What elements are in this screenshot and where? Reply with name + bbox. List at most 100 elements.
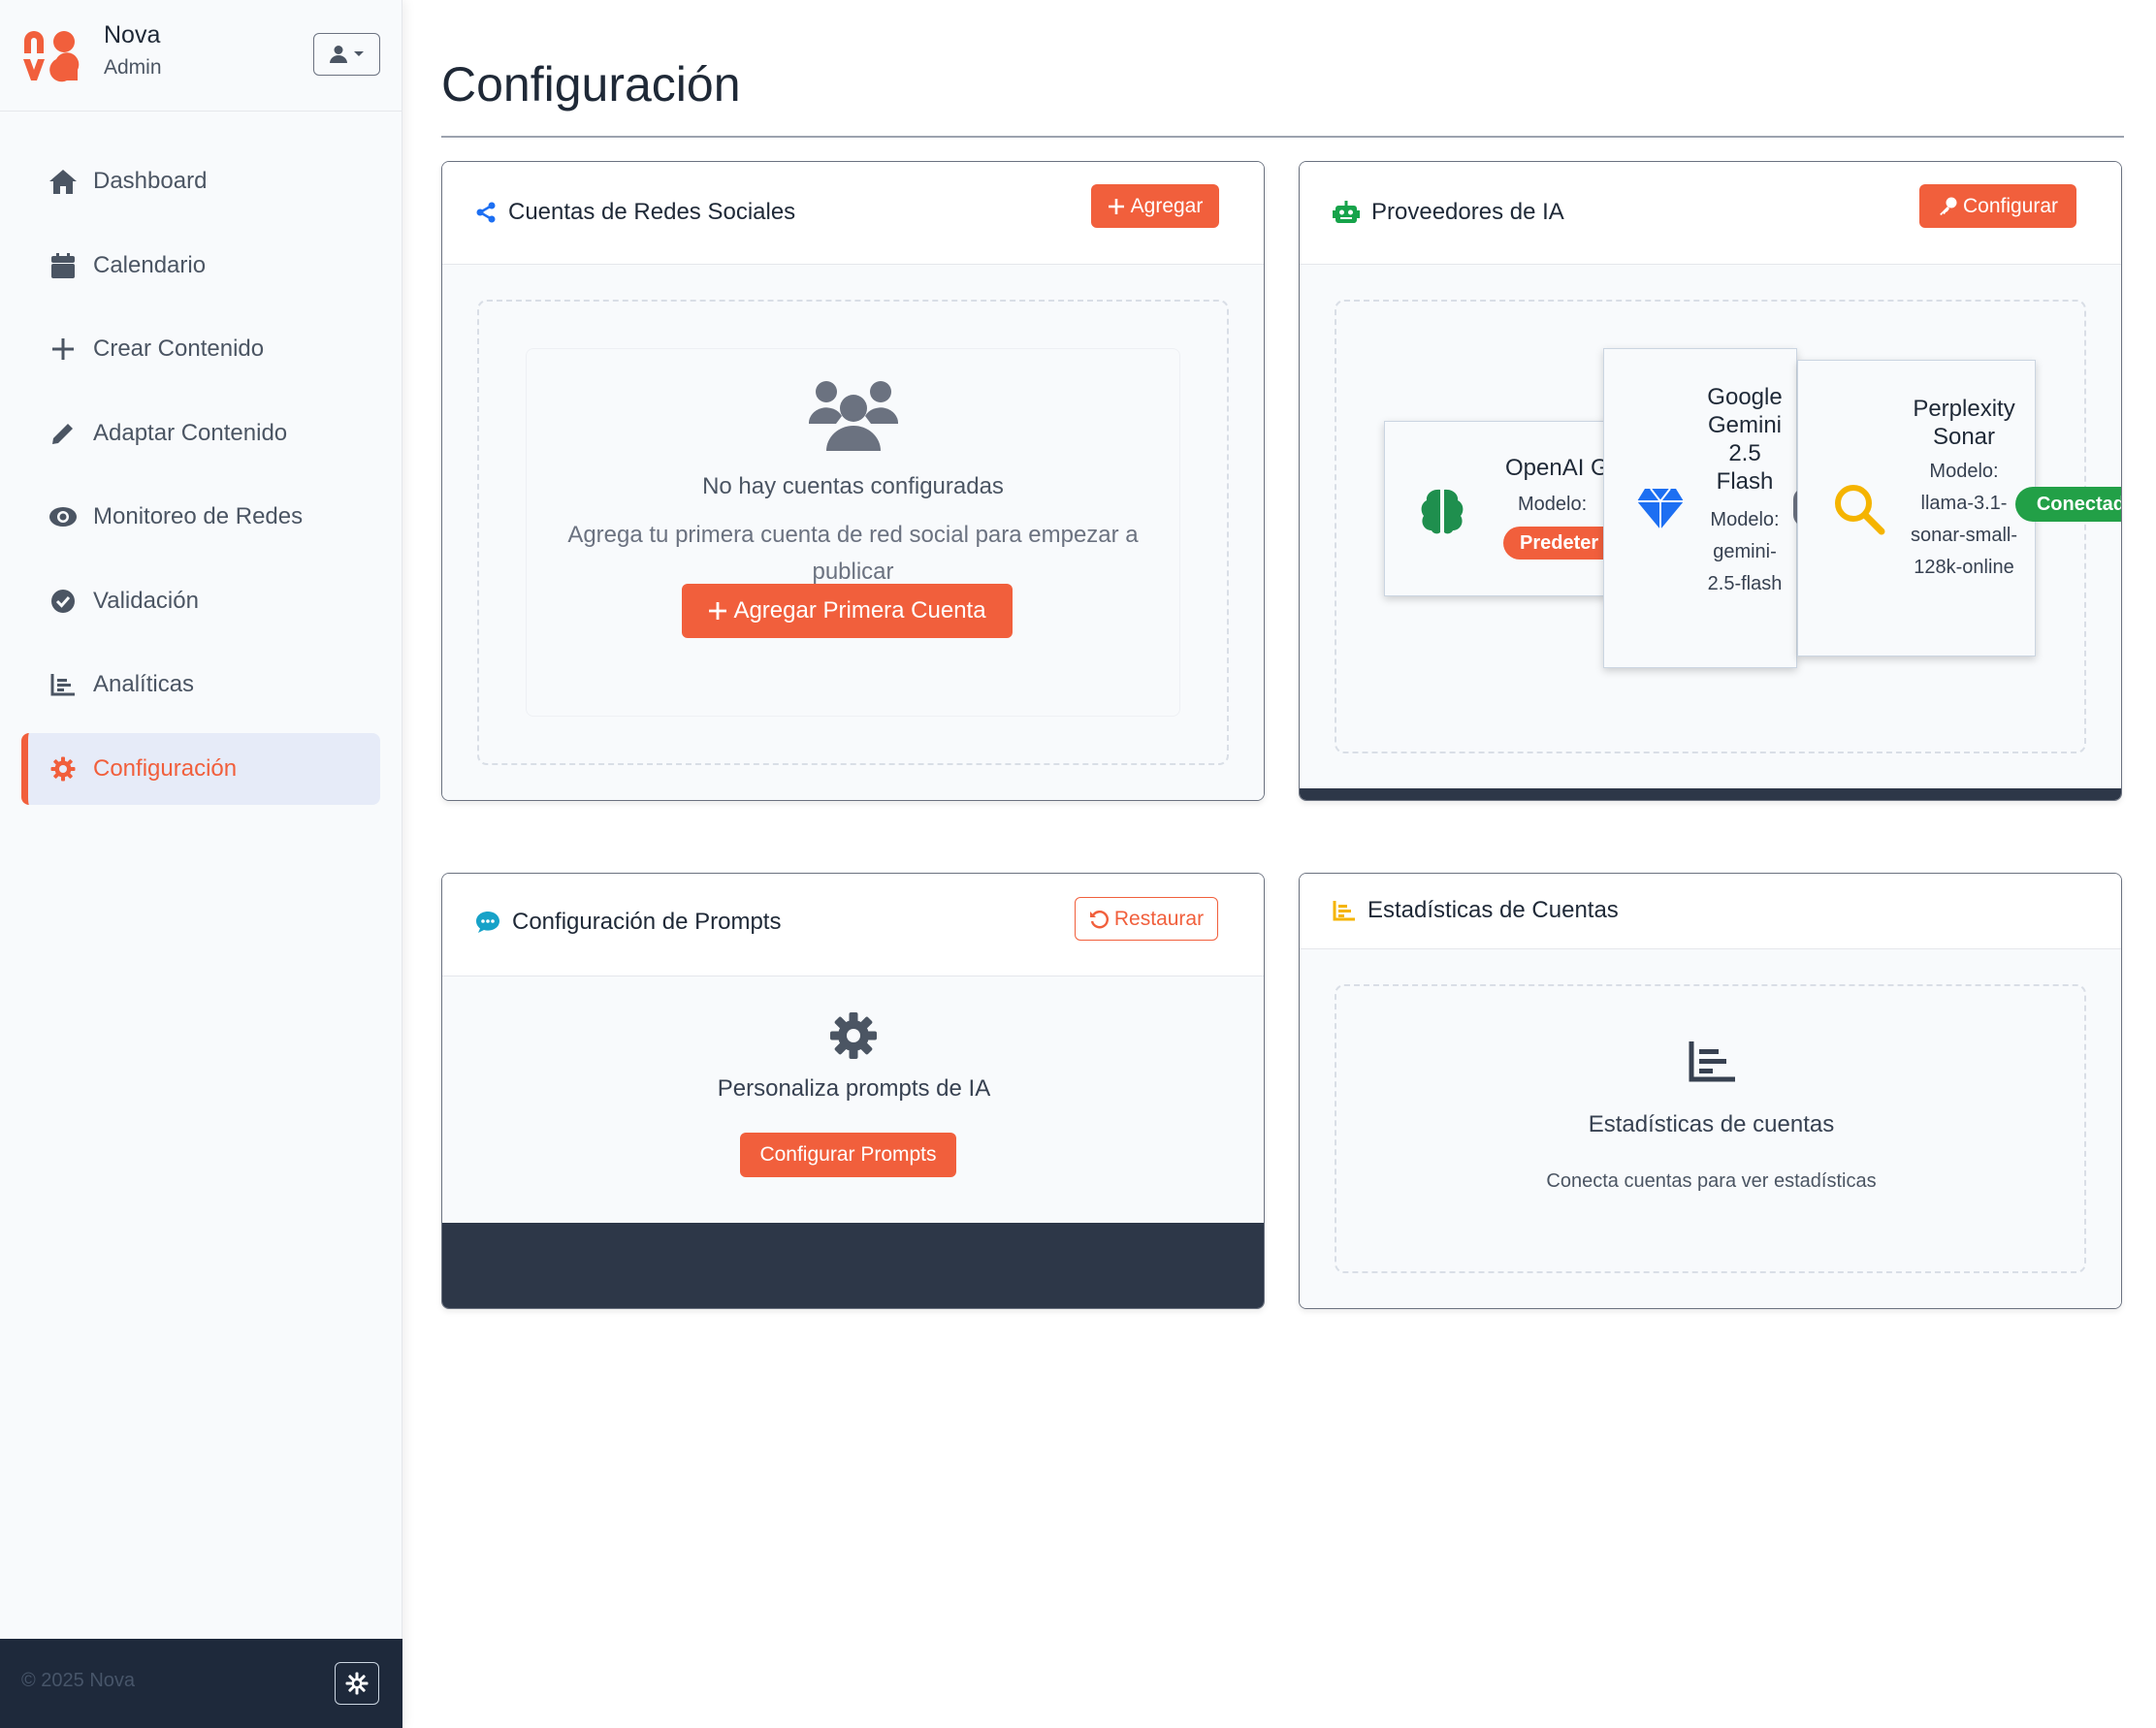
stats-description: Conecta cuentas para ver estadísticas [1546, 1170, 1877, 1192]
connected-badge: Conectado [2015, 487, 2121, 522]
provider-card-openai[interactable]: OpenAI G Modelo: Predeter [1384, 421, 1607, 596]
add-account-button[interactable]: Agregar [1091, 184, 1219, 228]
robot-icon [1333, 201, 1360, 224]
check-circle-icon [48, 587, 78, 616]
theme-toggle-button[interactable] [335, 1662, 379, 1705]
search-icon [1835, 485, 1885, 535]
card-header: Estadísticas de Cuentas [1300, 874, 2121, 949]
sidebar-item-monitoreo[interactable]: Monitoreo de Redes [21, 481, 380, 553]
sun-icon [345, 1672, 369, 1695]
provider-card-perplexity[interactable]: Perplexity Sonar Modelo: llama-3.1-sonar… [1797, 360, 2121, 656]
copyright-text: © 2025 Nova [21, 1670, 136, 1691]
card-title: Configuración de Prompts [475, 909, 781, 936]
card-footer-bar [1300, 788, 2121, 800]
provider-model: Modelo: llama-3.1-sonar-small-128k-onlin… [1910, 461, 2018, 578]
provider-name: OpenAI G [1505, 455, 1607, 481]
ai-providers-card: Proveedores de IA Configurar OpenAI G Mo… [1299, 161, 2122, 801]
card-title: Proveedores de IA [1333, 199, 1564, 226]
configure-prompts-button[interactable]: Configurar Prompts [740, 1133, 956, 1177]
social-card-title: Cuentas de Redes Sociales [508, 199, 796, 225]
sidebar: Nova Admin Dashboard Calendario Crear Co… [0, 0, 402, 1728]
social-accounts-card: Cuentas de Redes Sociales Agregar No hay… [441, 161, 1265, 801]
provider-name: Perplexity Sonar [1913, 396, 2015, 450]
provider-model: Modelo: [1518, 494, 1588, 515]
sidebar-item-dashboard[interactable]: Dashboard [21, 145, 380, 217]
sidebar-item-validacion[interactable]: Validación [21, 565, 380, 637]
sidebar-item-label: Dashboard [93, 168, 208, 194]
sidebar-item-label: Configuración [93, 754, 238, 782]
empty-description: Agrega tu primera cuenta de red social p… [567, 522, 1139, 585]
sidebar-item-label: Validación [93, 587, 199, 614]
prompts-card-title: Configuración de Prompts [512, 909, 782, 935]
undo-icon [1089, 910, 1109, 928]
card-body: Estadísticas de cuentas Conecta cuentas … [1300, 949, 2121, 1308]
sidebar-nav: Dashboard Calendario Crear Contenido Ada… [21, 145, 380, 816]
configure-prompts-label: Configurar Prompts [759, 1143, 937, 1166]
gear-icon [48, 754, 78, 784]
default-badge: Predeter [1503, 527, 1606, 560]
plus-icon [48, 335, 78, 364]
title-divider [441, 136, 2124, 138]
sidebar-item-label: Calendario [93, 251, 207, 278]
prompts-description: Personaliza prompts de IA [717, 1075, 991, 1102]
key-icon [1939, 197, 1957, 215]
gem-icon [1637, 488, 1684, 529]
sidebar-item-label: Adaptar Contenido [93, 419, 288, 446]
users-icon [809, 381, 898, 451]
card-header: Configuración de Prompts Restaurar [442, 874, 1264, 976]
sidebar-item-label: Analíticas [93, 671, 195, 697]
card-title: Estadísticas de Cuentas [1333, 897, 1619, 924]
provider-name: Google Gemini 2.5 Flash [1707, 384, 1783, 495]
stats-card-title: Estadísticas de Cuentas [1368, 897, 1619, 923]
add-account-label: Agregar [1130, 194, 1204, 217]
sidebar-item-crear-contenido[interactable]: Crear Contenido [21, 313, 380, 385]
sidebar-item-calendario[interactable]: Calendario [21, 230, 380, 302]
restore-label: Restaurar [1113, 907, 1205, 930]
nova-logo [23, 31, 80, 82]
brand-header: Nova Admin [0, 0, 402, 112]
stats-heading: Estadísticas de cuentas [1588, 1111, 1835, 1137]
ai-card-title: Proveedores de IA [1371, 199, 1564, 225]
sidebar-item-label: Crear Contenido [93, 336, 265, 362]
user-menu-button[interactable] [313, 33, 380, 76]
chart-bar-icon [1333, 900, 1356, 921]
stats-card: Estadísticas de Cuentas Estadísticas de … [1299, 873, 2122, 1309]
card-title: Cuentas de Redes Sociales [475, 199, 795, 226]
chart-icon [48, 670, 78, 699]
card-body: No hay cuentas configuradas Agrega tu pr… [442, 265, 1264, 800]
brand-name: Nova [104, 21, 161, 48]
card-header: Proveedores de IA Configurar [1300, 162, 2121, 265]
card-body: Personaliza prompts de IA Configurar Pro… [442, 976, 1264, 1223]
home-icon [48, 167, 78, 196]
provider-card-gemini[interactable]: Google Gemini 2.5 Flash Modelo: gemini-2… [1603, 348, 1805, 668]
calendar-icon [48, 251, 78, 280]
sidebar-item-analiticas[interactable]: Analíticas [21, 649, 380, 720]
brain-icon [1421, 489, 1464, 534]
sidebar-item-configuracion[interactable]: Configuración [21, 732, 380, 805]
add-first-account-button[interactable]: Agregar Primera Cuenta [682, 584, 1013, 638]
sidebar-footer: © 2025 Nova [0, 1639, 402, 1728]
gear-icon [830, 1012, 877, 1059]
chart-bar-icon [1689, 1041, 1735, 1082]
user-icon [329, 46, 347, 63]
configure-ai-label: Configurar [1962, 194, 2059, 217]
caret-down-icon [353, 51, 364, 56]
card-header: Cuentas de Redes Sociales Agregar [442, 162, 1264, 265]
restore-button[interactable]: Restaurar [1075, 897, 1218, 941]
plus-icon [1108, 198, 1124, 214]
configure-ai-button[interactable]: Configurar [1919, 184, 2076, 228]
card-footer-bar [442, 1223, 1264, 1308]
eye-icon [48, 502, 78, 531]
card-body: OpenAI G Modelo: Predeter Google Gemini … [1300, 265, 2121, 800]
empty-title: No hay cuentas configuradas [702, 473, 1004, 499]
pencil-icon [48, 419, 78, 448]
brand-role: Admin [104, 56, 162, 79]
share-icon [475, 202, 497, 223]
provider-model: Modelo: gemini-2.5-flash [1707, 509, 1783, 594]
sidebar-item-label: Monitoreo de Redes [93, 503, 304, 529]
prompts-card: Configuración de Prompts Restaurar Perso… [441, 873, 1265, 1309]
add-first-account-label: Agregar Primera Cuenta [733, 597, 986, 624]
plus-icon [709, 602, 727, 620]
comment-dots-icon [475, 911, 500, 934]
sidebar-item-adaptar-contenido[interactable]: Adaptar Contenido [21, 398, 380, 469]
